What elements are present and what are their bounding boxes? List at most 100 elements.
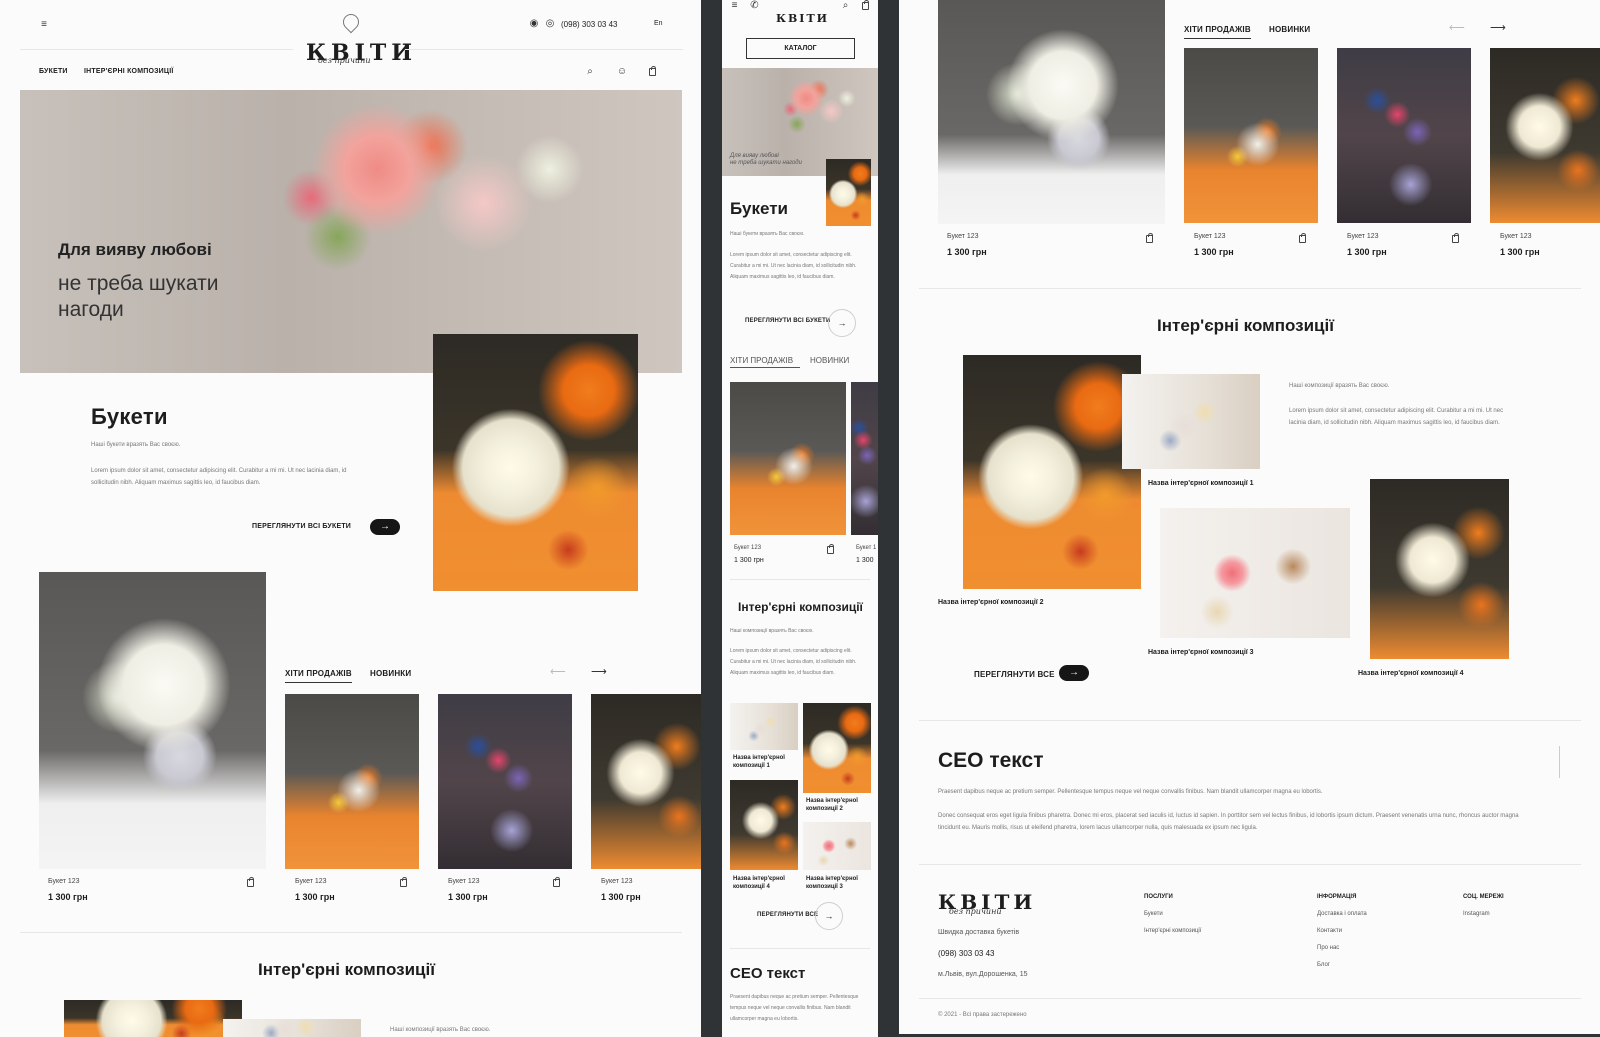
phone-icon[interactable]: ✆ bbox=[750, 0, 759, 11]
tab-hits[interactable]: ХІТИ ПРОДАЖІВ bbox=[1184, 25, 1251, 34]
mobile-product-price: 1 300 грн bbox=[734, 557, 764, 564]
add-to-cart-icon[interactable] bbox=[400, 877, 407, 887]
hero-image bbox=[20, 90, 682, 373]
footer-link-contacts[interactable]: Контакти bbox=[1317, 928, 1342, 934]
footer-logo-tagline: без причини bbox=[949, 907, 1002, 916]
interior-cta-button[interactable]: → bbox=[1059, 665, 1089, 681]
footer-link-interior[interactable]: Інтер'єрні композиції bbox=[1144, 928, 1201, 934]
interior-image-1[interactable] bbox=[223, 1019, 361, 1037]
footer-link-bouquets[interactable]: Букети bbox=[1144, 911, 1163, 917]
bouquets-cta-label[interactable]: ПЕРЕГЛЯНУТИ ВСІ БУКЕТИ bbox=[252, 523, 351, 530]
product-name: Букет 123 bbox=[448, 878, 480, 885]
slider-next-icon[interactable]: ⟶ bbox=[1490, 21, 1506, 34]
footer-phone[interactable]: (098) 303 03 43 bbox=[938, 949, 995, 958]
product-image-0[interactable] bbox=[938, 0, 1165, 224]
mobile-product-image[interactable] bbox=[851, 382, 878, 535]
mobile-interior-title: Інтер'єрні композиції bbox=[738, 600, 863, 614]
footer-divider bbox=[919, 998, 1581, 999]
mobile-product-image[interactable] bbox=[730, 382, 846, 535]
product-image-3[interactable] bbox=[591, 694, 701, 869]
interior-caption-2[interactable]: Назва інтер'єрної композиції 2 bbox=[938, 598, 1044, 607]
cart-icon[interactable] bbox=[649, 66, 656, 76]
bouquets-cta-button[interactable]: → bbox=[370, 519, 400, 535]
search-icon[interactable]: ⌕ bbox=[585, 66, 595, 77]
add-to-cart-icon[interactable] bbox=[247, 877, 254, 887]
product-name: Букет 123 bbox=[1500, 233, 1532, 240]
add-to-cart-icon[interactable] bbox=[1299, 233, 1306, 243]
mobile-tab-new[interactable]: НОВИНКИ bbox=[810, 356, 849, 365]
mobile-interior-image-1[interactable] bbox=[730, 703, 798, 750]
mobile-tab-hits[interactable]: ХІТИ ПРОДАЖІВ bbox=[730, 356, 793, 365]
product-name: Букет 123 bbox=[1347, 233, 1379, 240]
telegram-icon[interactable]: ◎ bbox=[546, 18, 555, 29]
mobile-seo-body: Praesent dapibus neque ac pretium semper… bbox=[730, 994, 859, 1022]
header-phone[interactable]: (098) 303 03 43 bbox=[561, 20, 618, 29]
cart-icon[interactable] bbox=[862, 0, 869, 10]
mobile-interior-cta[interactable]: ПЕРЕГЛЯНУТИ ВСЕ bbox=[757, 912, 818, 918]
interior-caption-3[interactable]: Назва інтер'єрної композиції 3 bbox=[1148, 648, 1254, 657]
user-icon[interactable]: ☺ bbox=[617, 66, 627, 77]
product-image-1[interactable] bbox=[1184, 48, 1318, 223]
tab-new[interactable]: НОВИНКИ bbox=[1269, 25, 1310, 34]
product-price: 1 300 грн bbox=[295, 892, 335, 902]
product-price: 1 300 грн bbox=[1347, 247, 1387, 257]
lang-switch[interactable]: En bbox=[654, 20, 663, 27]
add-to-cart-icon[interactable] bbox=[553, 877, 560, 887]
footer-link-blog[interactable]: Блог bbox=[1317, 962, 1330, 968]
slider-next-icon[interactable]: ⟶ bbox=[591, 665, 607, 678]
slider-prev-icon[interactable]: ⟵ bbox=[1449, 21, 1465, 34]
interior-image-4[interactable] bbox=[1370, 479, 1509, 659]
interior-title: Інтер'єрні композиції bbox=[258, 960, 435, 979]
seo-title: СЕО текст bbox=[938, 749, 1044, 772]
search-icon[interactable]: ⌕ bbox=[841, 0, 850, 11]
add-to-cart-icon[interactable] bbox=[1146, 233, 1153, 243]
product-image-3[interactable] bbox=[1490, 48, 1600, 223]
mobile-bouquets-subtitle: Наші букети вразять Вас своєю. bbox=[730, 231, 805, 237]
mobile-interior-image-2[interactable] bbox=[803, 703, 871, 793]
product-image-1[interactable] bbox=[285, 694, 419, 869]
interior-caption-4[interactable]: Назва інтер'єрної композиції 4 bbox=[1358, 669, 1464, 678]
footer-link-about[interactable]: Про нас bbox=[1317, 945, 1339, 951]
interior-image-3[interactable] bbox=[1160, 508, 1350, 638]
product-image-2[interactable] bbox=[438, 694, 572, 869]
bouquets-title: Букети bbox=[91, 404, 168, 429]
tab-hits-underline bbox=[285, 682, 352, 683]
product-image-0[interactable] bbox=[39, 572, 266, 869]
footer-link-instagram[interactable]: Instagram bbox=[1463, 911, 1490, 917]
nav-bouquets[interactable]: БУКЕТИ bbox=[39, 68, 68, 75]
interior-caption-1[interactable]: Назва інтер'єрної композиції 1 bbox=[1148, 479, 1254, 488]
nav-interior[interactable]: ІНТЕР'ЄРНІ КОМПОЗИЦІЇ bbox=[84, 68, 174, 75]
interior-image-1[interactable] bbox=[1122, 374, 1260, 469]
menu-icon[interactable]: ≡ bbox=[38, 18, 50, 30]
mobile-interior-image-4[interactable] bbox=[730, 780, 798, 870]
logo-flower-icon bbox=[339, 10, 363, 34]
viber-icon[interactable]: ◉ bbox=[530, 18, 539, 29]
mobile-interior-caption: Назва інтер'єрної композиції 1 bbox=[733, 755, 785, 769]
menu-icon[interactable]: ≡ bbox=[730, 0, 739, 11]
product-name: Букет 123 bbox=[295, 878, 327, 885]
mobile-divider bbox=[730, 948, 870, 949]
interior-cta-label[interactable]: ПЕРЕГЛЯНУТИ ВСЕ bbox=[974, 670, 1055, 679]
mobile-bouquets-cta[interactable]: ПЕРЕГЛЯНУТИ ВСІ БУКЕТИ bbox=[745, 318, 831, 324]
product-image-2[interactable] bbox=[1337, 48, 1471, 223]
tab-hits[interactable]: ХІТИ ПРОДАЖІВ bbox=[285, 669, 352, 678]
slider-prev-icon[interactable]: ⟵ bbox=[550, 665, 566, 678]
interior-image-2[interactable] bbox=[64, 1000, 242, 1037]
mobile-bouquets-body: Lorem ipsum dolor sit amet, consectetur … bbox=[730, 252, 857, 280]
mobile-interior-image-3[interactable] bbox=[803, 822, 871, 870]
footer-link-delivery[interactable]: Доставка і оплата bbox=[1317, 911, 1367, 917]
mobile-page: ≡ ✆ КВІТИ ⌕ КАТАЛОГ Для вияву любові не … bbox=[722, 0, 878, 1037]
mobile-interior-caption: Назва інтер'єрної композиції 3 bbox=[806, 876, 858, 890]
mobile-logo[interactable]: КВІТИ bbox=[776, 12, 829, 25]
mobile-divider bbox=[730, 579, 870, 580]
interior-title: Інтер'єрні композиції bbox=[1157, 316, 1334, 335]
catalog-button[interactable]: КАТАЛОГ bbox=[746, 38, 855, 59]
add-to-cart-icon[interactable] bbox=[1452, 233, 1459, 243]
interior-image-2[interactable] bbox=[963, 355, 1141, 589]
mobile-interior-cta-arrow[interactable]: → bbox=[815, 902, 843, 930]
add-to-cart-icon[interactable] bbox=[827, 544, 834, 554]
section-divider bbox=[20, 932, 682, 933]
mobile-bouquets-cta-arrow[interactable]: → bbox=[828, 309, 856, 337]
seo-scrollbar[interactable] bbox=[1559, 746, 1560, 778]
tab-new[interactable]: НОВИНКИ bbox=[370, 669, 411, 678]
